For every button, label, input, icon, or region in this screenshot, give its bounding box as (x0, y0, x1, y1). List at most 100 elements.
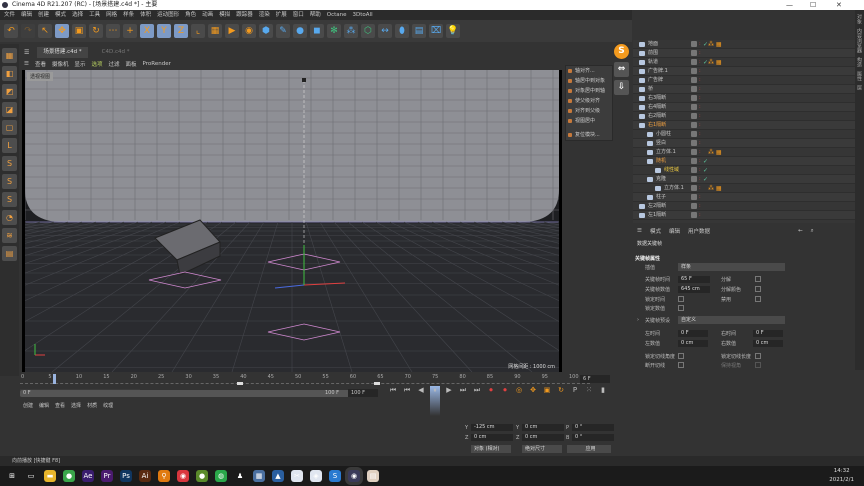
material-menu-item[interactable]: 选择 (71, 402, 81, 409)
minimize-button[interactable]: — (786, 0, 793, 10)
camera-icon[interactable]: ⌧ (429, 24, 443, 38)
snap-menu-item[interactable]: 使父级对齐 (566, 96, 612, 106)
tag-icon[interactable]: ⁂ ▦ (708, 58, 722, 67)
menu-item[interactable]: 网格 (106, 10, 117, 20)
visibility-toggle[interactable] (691, 185, 697, 191)
object-row[interactable]: 广告牌: (633, 76, 855, 85)
transport-button-13[interactable]: P (570, 386, 580, 398)
playhead[interactable] (52, 374, 56, 384)
snap-menu-item[interactable]: 轴居中到对象 (566, 76, 612, 86)
add-icon[interactable]: + (123, 24, 137, 38)
visibility-toggle[interactable] (691, 203, 697, 209)
current-time-field[interactable]: 6 F (580, 375, 610, 383)
visibility-toggle[interactable] (691, 68, 697, 74)
render-dots[interactable]: : (699, 85, 701, 94)
viewport-menu-item[interactable]: 选项 (91, 60, 102, 68)
transport-button-0[interactable]: ⏮ (388, 386, 398, 398)
end-frame-field[interactable]: 100 F (348, 389, 378, 397)
transport-button-1[interactable]: ⏮ (402, 386, 412, 398)
object-row[interactable]: 广告牌.1: (633, 67, 855, 76)
transport-button-7[interactable]: ⏺ (486, 386, 496, 398)
visibility-toggle[interactable] (691, 149, 697, 155)
floor-icon[interactable]: ▤ (412, 24, 426, 38)
taskbar-app-icon[interactable]: ◈ (310, 470, 322, 482)
transport-button-5[interactable]: ⏭ (458, 386, 468, 398)
object-row[interactable]: 左2隔断: (633, 202, 855, 211)
apply-button[interactable]: 应用 (567, 445, 611, 453)
material-menu-item[interactable]: 查看 (55, 402, 65, 409)
material-menu-item[interactable]: 材质 (87, 402, 97, 409)
pen-icon[interactable]: ✎ (276, 24, 290, 38)
left-tool-5-icon[interactable]: L (2, 138, 17, 153)
tag-icon[interactable]: ⁂ ▦ (708, 148, 722, 157)
deformer-icon[interactable]: ↔ (378, 24, 392, 38)
visibility-toggle[interactable] (691, 104, 697, 110)
tab-user-data[interactable]: 用户数据 (688, 227, 710, 235)
rot-p-field[interactable]: 0 ° (572, 424, 614, 431)
taskbar-clock[interactable]: 14:32 2021/2/1 (829, 467, 854, 485)
object-row[interactable]: 右3隔断: (633, 94, 855, 103)
visibility-toggle[interactable] (691, 122, 697, 128)
object-row[interactable]: 右4隔断: (633, 103, 855, 112)
render-picture-icon[interactable]: ▶ (225, 24, 239, 38)
menu-item[interactable]: 渲染 (259, 10, 270, 20)
menu-item[interactable]: 模拟 (219, 10, 230, 20)
taskbar-app-icon[interactable]: Ae (82, 470, 94, 482)
render-dots[interactable]: : (699, 112, 701, 121)
viewport-menu-icon[interactable]: ☰ (24, 61, 29, 67)
material-menu-item[interactable]: 创建 (23, 402, 33, 409)
render-dots[interactable]: : (699, 193, 701, 202)
keyframe-marker[interactable] (237, 382, 244, 385)
viewport-menu-item[interactable]: 摄像机 (52, 60, 69, 68)
back-arrow-icon[interactable]: ← (798, 228, 803, 234)
close-button[interactable]: ✕ (836, 0, 842, 10)
break-color-checkbox[interactable] (755, 286, 761, 292)
visibility-toggle[interactable] (691, 158, 697, 164)
move-icon[interactable]: ✥ (55, 24, 69, 38)
viewport-menu-item[interactable]: 过滤 (109, 60, 120, 68)
object-row[interactable]: 左1隔断: (633, 211, 855, 220)
menu-item[interactable]: 模式 (55, 10, 66, 20)
array-icon[interactable]: ⬡ (361, 24, 375, 38)
tabs-menu-icon[interactable]: ☰ (24, 49, 29, 56)
menu-item[interactable]: 帮助 (310, 10, 321, 20)
pos-z-field[interactable]: 0 cm (471, 434, 513, 441)
right-strip-tab[interactable]: 层 (856, 85, 863, 90)
transport-button-3[interactable]: ⏸ (430, 386, 440, 416)
coordinate-icon[interactable]: ⌞ (191, 24, 205, 38)
z-axis-icon[interactable]: Z (174, 24, 188, 38)
tab-document[interactable]: 场景搭建.c4d * (37, 46, 88, 58)
enabled-check-icon[interactable]: ✓ (703, 175, 708, 184)
left-tool-4-icon[interactable]: ▢ (2, 120, 17, 135)
select-icon[interactable]: ↖ (38, 24, 52, 38)
object-row[interactable]: 线性域: ✓ (633, 166, 855, 175)
taskbar-app-icon[interactable]: ◉ (177, 470, 189, 482)
interpolation-dropdown[interactable]: 样条 (678, 263, 785, 271)
visibility-toggle[interactable] (691, 95, 697, 101)
visibility-toggle[interactable] (691, 59, 697, 65)
transport-button-12[interactable]: ↻ (556, 386, 566, 398)
object-row[interactable]: 右2隔断: (633, 112, 855, 121)
tag-icon[interactable]: ⁂ ▦ (708, 40, 722, 49)
pos-y-field[interactable]: -125 cm (471, 424, 513, 431)
search-icon[interactable]: ⌕ (811, 228, 814, 235)
render-view-icon[interactable]: ▦ (208, 24, 222, 38)
mograph-icon[interactable]: ⁂ (344, 24, 358, 38)
menu-item[interactable]: 跟踪器 (236, 10, 253, 20)
render-dots[interactable]: : (699, 211, 701, 220)
menu-item[interactable]: 扩展 (276, 10, 287, 20)
menu-item[interactable]: Octane (327, 10, 347, 20)
render-dots[interactable]: : (699, 139, 701, 148)
keep-visual-checkbox[interactable] (755, 362, 761, 368)
render-dots[interactable]: : (699, 58, 701, 67)
undo-icon[interactable]: ↶ (4, 24, 18, 38)
taskbar-app-icon[interactable]: ▲ (272, 470, 284, 482)
right-strip-tab[interactable]: 属性 (856, 71, 863, 81)
object-row[interactable]: 前围: (633, 49, 855, 58)
menu-item[interactable]: 工具 (89, 10, 100, 20)
render-dots[interactable]: : (699, 94, 701, 103)
render-dots[interactable]: : (699, 130, 701, 139)
object-row[interactable]: 地面: ✓ ⁂ ▦ (633, 40, 855, 49)
taskbar-app-icon[interactable]: ◍ (215, 470, 227, 482)
tab-edit[interactable]: 编辑 (669, 227, 680, 235)
